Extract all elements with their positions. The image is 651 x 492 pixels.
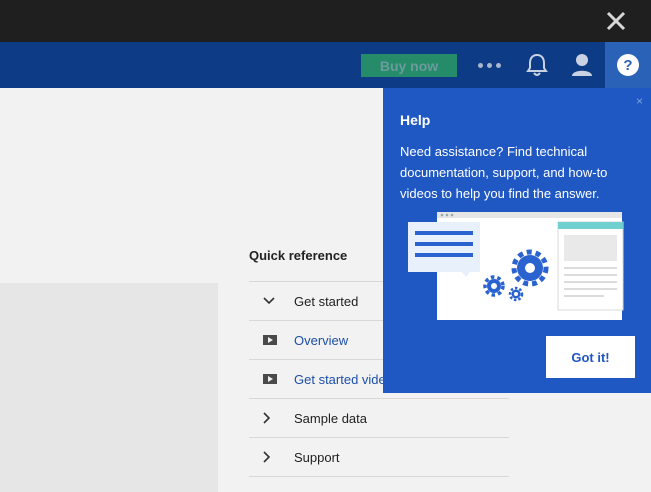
more-icon[interactable] <box>478 60 504 70</box>
video-play-icon <box>263 335 277 345</box>
popover-close-icon[interactable]: × <box>636 94 643 108</box>
popover-title: Help <box>400 112 431 128</box>
close-icon[interactable] <box>603 8 629 34</box>
list-item-label: Support <box>294 449 340 465</box>
list-item-sample-data[interactable]: Sample data <box>249 398 509 437</box>
help-illustration <box>408 212 624 320</box>
help-popover: × Help Need assistance? Find technical d… <box>383 88 651 393</box>
list-item-support[interactable]: Support <box>249 437 509 477</box>
quick-reference-title: Quick reference <box>249 248 348 263</box>
list-item-label: Get started <box>294 293 359 309</box>
list-item-label: Sample data <box>294 410 367 426</box>
app-header: Buy now <box>0 42 651 88</box>
got-it-button[interactable]: Got it! <box>546 336 635 378</box>
top-bar <box>0 0 651 42</box>
buy-now-button[interactable]: Buy now <box>361 54 457 77</box>
chevron-down-icon <box>263 297 275 305</box>
popover-body: Need assistance? Find technical document… <box>400 144 608 201</box>
help-button[interactable]: ? <box>605 42 651 88</box>
user-icon[interactable] <box>569 52 595 78</box>
content-card <box>0 283 218 492</box>
notification-bell-icon[interactable] <box>524 52 550 78</box>
video-play-icon <box>263 374 277 384</box>
list-item-label: Overview <box>294 332 349 348</box>
chevron-right-icon <box>263 412 271 424</box>
list-item-label: Get started video <box>294 371 393 387</box>
help-icon: ? <box>617 54 639 76</box>
chevron-right-icon <box>263 451 271 463</box>
